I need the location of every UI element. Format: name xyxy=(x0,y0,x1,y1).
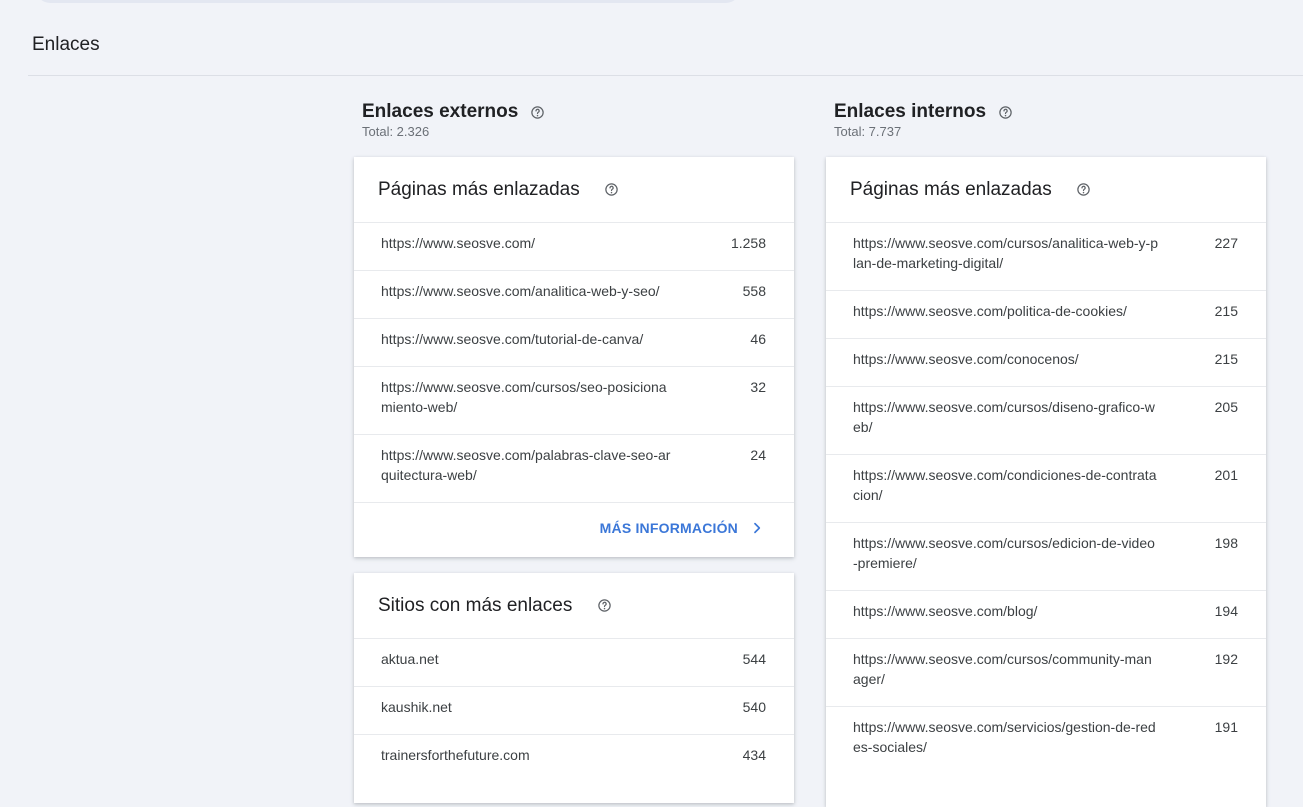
page-url[interactable]: https://www.seosve.com/servicios/gestion… xyxy=(853,717,1159,757)
external-top-sites-title: Sitios con más enlaces xyxy=(378,595,573,616)
link-count: 215 xyxy=(1214,351,1238,367)
page-url[interactable]: https://www.seosve.com/conocenos/ xyxy=(853,349,1159,369)
help-icon[interactable] xyxy=(604,182,619,197)
page-url[interactable]: https://www.seosve.com/politica-de-cooki… xyxy=(853,301,1159,321)
page-title: Enlaces xyxy=(32,34,100,55)
site-name[interactable]: aktua.net xyxy=(381,649,673,669)
external-top-pages-card: Páginas más enlazadas https://www.seosve… xyxy=(354,157,794,557)
more-info-label: MÁS INFORMACIÓN xyxy=(599,520,738,536)
chevron-right-icon xyxy=(750,521,764,535)
external-links-column: Enlaces externos Total: 2.326 Páginas má… xyxy=(354,99,794,803)
internal-links-total: Total: 7.737 xyxy=(834,124,902,139)
table-row[interactable]: https://www.seosve.com/analitica-web-y-s… xyxy=(354,270,794,318)
link-count: 544 xyxy=(742,651,766,667)
external-top-pages-title-wrap: Páginas más enlazadas xyxy=(354,157,794,222)
table-row[interactable]: https://www.seosve.com/cursos/seo-posici… xyxy=(354,366,794,434)
external-links-total: Total: 2.326 xyxy=(362,124,430,139)
page-url[interactable]: https://www.seosve.com/cursos/analitica-… xyxy=(853,233,1159,273)
table-row[interactable]: https://www.seosve.com/blog/ 194 xyxy=(826,590,1266,638)
link-count: 205 xyxy=(1214,399,1238,415)
table-row[interactable]: https://www.seosve.com/cursos/edicion-de… xyxy=(826,522,1266,590)
internal-links-column: Enlaces internos Total: 7.737 Páginas má… xyxy=(826,99,1266,807)
link-count: 46 xyxy=(750,331,766,347)
table-row[interactable]: https://www.seosve.com/politica-de-cooki… xyxy=(826,290,1266,338)
internal-top-pages-title-wrap: Páginas más enlazadas xyxy=(826,157,1266,222)
page-url[interactable]: https://www.seosve.com/cursos/seo-posici… xyxy=(381,377,673,417)
search-bar-bottom-edge[interactable] xyxy=(36,0,740,3)
external-top-pages-title: Páginas más enlazadas xyxy=(378,179,580,200)
link-count: 24 xyxy=(750,447,766,463)
table-row[interactable]: https://www.seosve.com/servicios/gestion… xyxy=(826,706,1266,774)
page-url[interactable]: https://www.seosve.com/cursos/community-… xyxy=(853,649,1159,689)
external-links-title: Enlaces externos xyxy=(362,101,519,122)
link-count: 201 xyxy=(1214,467,1238,483)
table-row[interactable]: trainersforthefuture.com 434 xyxy=(354,734,794,782)
link-count: 227 xyxy=(1214,235,1238,251)
help-icon[interactable] xyxy=(597,598,612,613)
link-count: 198 xyxy=(1214,535,1238,551)
page-url[interactable]: https://www.seosve.com/cursos/edicion-de… xyxy=(853,533,1159,573)
table-row[interactable]: https://www.seosve.com/cursos/diseno-gra… xyxy=(826,386,1266,454)
site-name[interactable]: trainersforthefuture.com xyxy=(381,745,673,765)
help-icon[interactable] xyxy=(998,105,1013,120)
help-icon[interactable] xyxy=(530,105,545,120)
more-info-row: MÁS INFORMACIÓN xyxy=(354,502,794,558)
external-links-heading: Enlaces externos Total: 2.326 xyxy=(354,99,794,157)
page-url[interactable]: https://www.seosve.com/cursos/diseno-gra… xyxy=(853,397,1159,437)
internal-links-heading: Enlaces internos Total: 7.737 xyxy=(826,99,1266,157)
table-row[interactable]: kaushik.net 540 xyxy=(354,686,794,734)
page-url[interactable]: https://www.seosve.com/condiciones-de-co… xyxy=(853,465,1159,505)
link-count: 194 xyxy=(1214,603,1238,619)
table-row[interactable]: aktua.net 544 xyxy=(354,638,794,686)
internal-top-pages-card: Páginas más enlazadas https://www.seosve… xyxy=(826,157,1266,807)
link-count: 192 xyxy=(1214,651,1238,667)
link-count: 32 xyxy=(750,379,766,395)
table-row[interactable]: https://www.seosve.com/cursos/community-… xyxy=(826,638,1266,706)
link-count: 191 xyxy=(1214,719,1238,735)
table-row[interactable]: https://www.seosve.com/cursos/analitica-… xyxy=(826,222,1266,290)
table-row[interactable]: https://www.seosve.com/ 1.258 xyxy=(354,222,794,270)
page-url[interactable]: https://www.seosve.com/blog/ xyxy=(853,601,1159,621)
table-row[interactable]: https://www.seosve.com/tutorial-de-canva… xyxy=(354,318,794,366)
header-divider xyxy=(28,75,1303,76)
help-icon[interactable] xyxy=(1076,182,1091,197)
link-count: 215 xyxy=(1214,303,1238,319)
site-name[interactable]: kaushik.net xyxy=(381,697,673,717)
link-count: 434 xyxy=(742,747,766,763)
external-top-sites-card: Sitios con más enlaces aktua.net 544 kau… xyxy=(354,573,794,803)
link-count: 1.258 xyxy=(730,235,766,251)
page-url[interactable]: https://www.seosve.com/analitica-web-y-s… xyxy=(381,281,673,301)
internal-links-title: Enlaces internos xyxy=(834,101,987,122)
more-info-button[interactable]: MÁS INFORMACIÓN xyxy=(600,520,764,536)
page-url[interactable]: https://www.seosve.com/palabras-clave-se… xyxy=(381,445,673,485)
internal-top-pages-title: Páginas más enlazadas xyxy=(850,179,1052,200)
table-row[interactable]: https://www.seosve.com/palabras-clave-se… xyxy=(354,434,794,502)
table-row[interactable]: https://www.seosve.com/condiciones-de-co… xyxy=(826,454,1266,522)
link-count: 540 xyxy=(742,699,766,715)
link-count: 558 xyxy=(742,283,766,299)
page-url[interactable]: https://www.seosve.com/tutorial-de-canva… xyxy=(381,329,673,349)
external-top-sites-title-wrap: Sitios con más enlaces xyxy=(354,573,794,638)
page-url[interactable]: https://www.seosve.com/ xyxy=(381,233,673,253)
table-row[interactable]: https://www.seosve.com/conocenos/ 215 xyxy=(826,338,1266,386)
